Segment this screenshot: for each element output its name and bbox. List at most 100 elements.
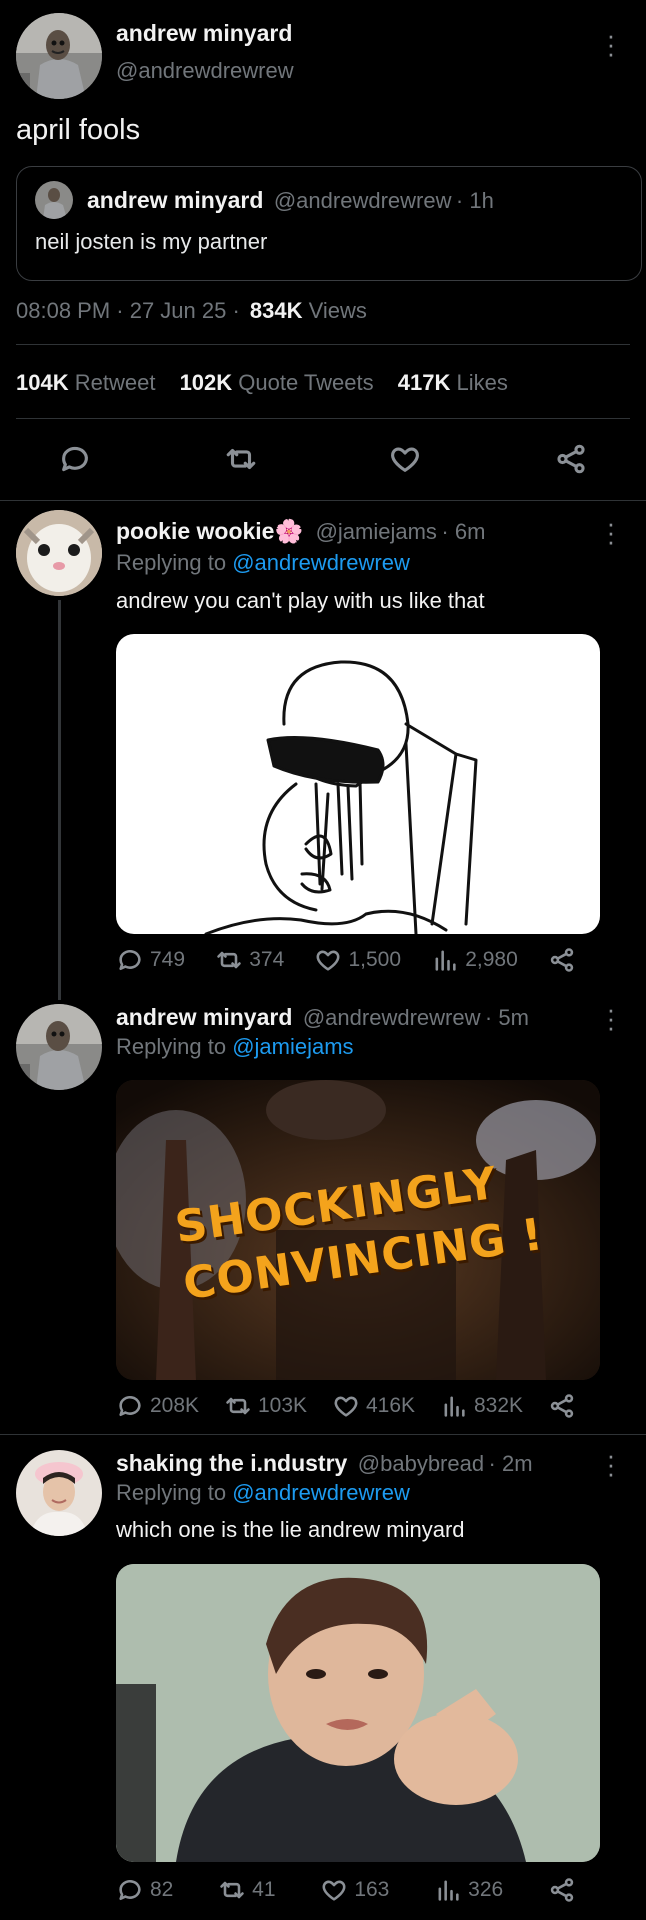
more-options-icon[interactable]: · · · [606, 1442, 616, 1486]
avatar-reply-3[interactable] [16, 1450, 102, 1536]
reply-count: 208K [150, 1394, 200, 1417]
share-icon [550, 948, 574, 972]
reply-button[interactable] [58, 442, 92, 481]
main-author-name[interactable]: andrew minyard [116, 20, 292, 47]
reply-count-button[interactable]: 82 [116, 1876, 173, 1904]
retweet-button[interactable] [224, 442, 258, 481]
tweet-timestamp: 08:08 PM · 27 Jun 25 · [16, 298, 240, 323]
reply-text: andrew you can't play with us like that [116, 588, 485, 613]
reply-author-handle[interactable]: @jamiejams [316, 519, 437, 544]
reply-author-name[interactable]: shaking the i.ndustry [116, 1450, 347, 1476]
replying-to-prefix: Replying to [116, 1034, 227, 1059]
quoted-time: · 1h [455, 188, 494, 213]
like-button[interactable] [388, 442, 422, 481]
main-author-handle[interactable]: @andrewdrewrew [116, 58, 294, 84]
more-options-icon[interactable]: · · · [606, 996, 616, 1040]
like-count: 163 [354, 1878, 390, 1901]
retweets-label: Retweet [74, 370, 156, 395]
like-count-button[interactable]: 1,500 [314, 946, 401, 974]
reply-time: · 2m [488, 1451, 533, 1476]
retweet-icon [226, 448, 256, 470]
retweet-icon [217, 951, 242, 969]
reply-icon [119, 1880, 141, 1901]
like-count: 1,500 [348, 948, 402, 971]
retweet-icon [226, 1397, 250, 1415]
divider [0, 1434, 646, 1435]
views-count: 2,980 [465, 948, 518, 971]
likes-label: Likes [456, 370, 508, 395]
retweet-icon [220, 1881, 244, 1899]
reply-count-button[interactable]: 749 [116, 946, 185, 974]
heart-icon [334, 1396, 358, 1417]
retweet-count-button[interactable]: 374 [215, 946, 284, 974]
reply-count: 749 [150, 948, 186, 971]
reply-text: which one is the lie andrew minyard [116, 1517, 465, 1542]
like-count-button[interactable]: 163 [320, 1876, 389, 1904]
views-count: 832K [474, 1394, 524, 1417]
views-icon [438, 1880, 459, 1901]
divider [16, 418, 630, 419]
share-button[interactable] [548, 1876, 576, 1904]
views-count-button[interactable]: 2,980 [431, 946, 518, 974]
thread-line [58, 600, 61, 1000]
like-count-button[interactable]: 416K [332, 1392, 415, 1420]
retweet-count-button[interactable]: 103K [224, 1392, 307, 1420]
retweet-count: 374 [249, 948, 285, 971]
heart-icon [391, 447, 419, 472]
reply-author-handle[interactable]: @babybread [358, 1451, 484, 1476]
quoted-author-handle: @andrewdrewrew [273, 188, 452, 213]
retweet-count-button[interactable]: 41 [218, 1876, 276, 1904]
reply-count: 82 [150, 1878, 174, 1901]
likes-stat[interactable]: 417K Likes [398, 370, 508, 395]
views-count-button[interactable]: 832K [440, 1392, 523, 1420]
retweets-count: 104K [16, 370, 69, 395]
quotes-label: Quote Tweets [238, 370, 374, 395]
reply-author-handle[interactable]: @andrewdrewrew [303, 1005, 481, 1030]
reply-media-photo[interactable] [116, 1564, 600, 1862]
quoted-author-name: andrew minyard [87, 187, 264, 213]
heart-icon [322, 1880, 346, 1901]
views-count: 834K [249, 298, 303, 323]
share-button[interactable] [548, 946, 576, 974]
reply-author-name[interactable]: pookie wookie🌸 [116, 518, 303, 544]
views-icon [444, 1396, 465, 1417]
avatar-reply-1[interactable] [16, 510, 102, 596]
reply-media-shockingly-convincing[interactable]: SHOCKINGLY CONVINCING ! [116, 1080, 600, 1380]
more-options-icon[interactable]: · · · [606, 510, 616, 554]
reply-icon [119, 1396, 141, 1417]
quoted-avatar [35, 181, 73, 219]
share-icon [557, 444, 585, 474]
quotes-stat[interactable]: 102K Quote Tweets [180, 370, 380, 395]
more-options-icon[interactable]: · · · [606, 22, 616, 66]
reply-media-drawing[interactable] [116, 634, 600, 934]
retweets-stat[interactable]: 104K Retweet [16, 370, 162, 395]
replying-to-prefix: Replying to [116, 550, 227, 575]
reply-icon [119, 950, 141, 971]
views-label: Views [308, 298, 367, 323]
divider [16, 344, 630, 345]
views-icon [435, 950, 456, 971]
replying-to-prefix: Replying to [116, 1480, 227, 1505]
retweet-count: 103K [258, 1394, 308, 1417]
replying-to-link[interactable]: @andrewdrewrew [232, 1480, 410, 1505]
share-button[interactable] [554, 442, 588, 481]
views-count: 326 [468, 1878, 504, 1901]
reply-count-button[interactable]: 208K [116, 1392, 199, 1420]
retweet-count: 41 [252, 1878, 276, 1901]
share-button[interactable] [548, 1392, 576, 1420]
heart-icon [316, 950, 340, 971]
avatar-reply-2[interactable] [16, 1004, 102, 1090]
likes-count: 417K [397, 370, 451, 395]
replying-to-link[interactable]: @andrewdrewrew [232, 550, 410, 575]
share-icon [550, 1878, 574, 1902]
avatar-main-author[interactable] [16, 13, 102, 99]
divider [0, 500, 646, 501]
views-count-button[interactable]: 326 [434, 1876, 503, 1904]
replying-to-link[interactable]: @jamiejams [232, 1034, 353, 1059]
quoted-tweet[interactable]: andrew minyard @andrewdrewrew · 1h neil … [16, 166, 642, 281]
reply-time: · 5m [484, 1005, 529, 1030]
share-icon [550, 1394, 574, 1418]
tweet-text: april fools [16, 114, 141, 146]
reply-time: · 6m [441, 519, 486, 544]
reply-author-name[interactable]: andrew minyard [116, 1004, 292, 1030]
